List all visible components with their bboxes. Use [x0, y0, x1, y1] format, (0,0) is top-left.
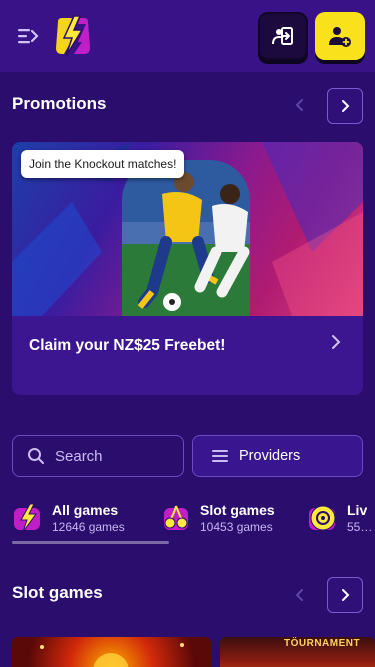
search-icon [28, 448, 44, 464]
lightning-bolt-logo[interactable] [52, 14, 94, 58]
promotion-tooltip: Join the Knockout matches! [21, 150, 185, 178]
chevron-left-icon [295, 589, 303, 601]
top-bar [0, 0, 375, 72]
user-login-icon [272, 27, 293, 45]
promotions-title: Promotions [12, 94, 107, 113]
slot-games-prev-button[interactable] [283, 578, 317, 612]
chevron-left-icon [295, 99, 303, 111]
promotion-banner-image: Join the Knockout matches! [12, 142, 363, 316]
promotions-next-button[interactable] [327, 88, 363, 124]
providers-button[interactable]: Providers [192, 435, 363, 477]
hamburger-icon [212, 450, 228, 462]
category-name: Liv [347, 502, 368, 518]
chevron-right-icon [342, 589, 350, 601]
lightning-icon [12, 502, 44, 534]
slot-games-title: Slot games [12, 583, 103, 602]
game-tile-label: TÖURNAMENT [284, 638, 361, 649]
category-live[interactable]: Liv 55… [307, 502, 372, 534]
user-plus-icon [329, 27, 351, 47]
category-count: 55… [347, 520, 373, 534]
search-input[interactable] [55, 447, 165, 465]
category-count: 12646 games [52, 520, 125, 534]
chevron-right-icon [328, 334, 344, 355]
promotions-prev-button[interactable] [283, 88, 317, 122]
game-tile[interactable]: TÖURNAMENT [220, 637, 375, 667]
providers-label: Providers [239, 448, 301, 464]
login-button[interactable] [258, 12, 308, 60]
promotion-card[interactable]: Join the Knockout matches! Claim your NZ… [12, 142, 363, 395]
roulette-icon [307, 502, 339, 534]
slot-games-next-button[interactable] [327, 577, 363, 613]
register-button[interactable] [315, 12, 365, 60]
menu-expand-icon[interactable] [16, 24, 42, 48]
category-name: Slot games [200, 502, 275, 518]
category-count: 10453 games [200, 520, 273, 534]
chevron-right-icon [342, 100, 350, 112]
category-name: All games [52, 502, 119, 518]
promotion-caption: Claim your NZ$25 Freebet! [29, 337, 226, 354]
search-box[interactable] [12, 435, 184, 477]
category-all-games[interactable]: All games 12646 games [12, 502, 125, 534]
game-tile[interactable] [12, 637, 211, 667]
game-thumbnail [40, 643, 184, 667]
category-active-indicator [12, 541, 169, 544]
category-slot-games[interactable]: Slot games 10453 games [160, 502, 275, 534]
cherries-icon [160, 502, 192, 534]
